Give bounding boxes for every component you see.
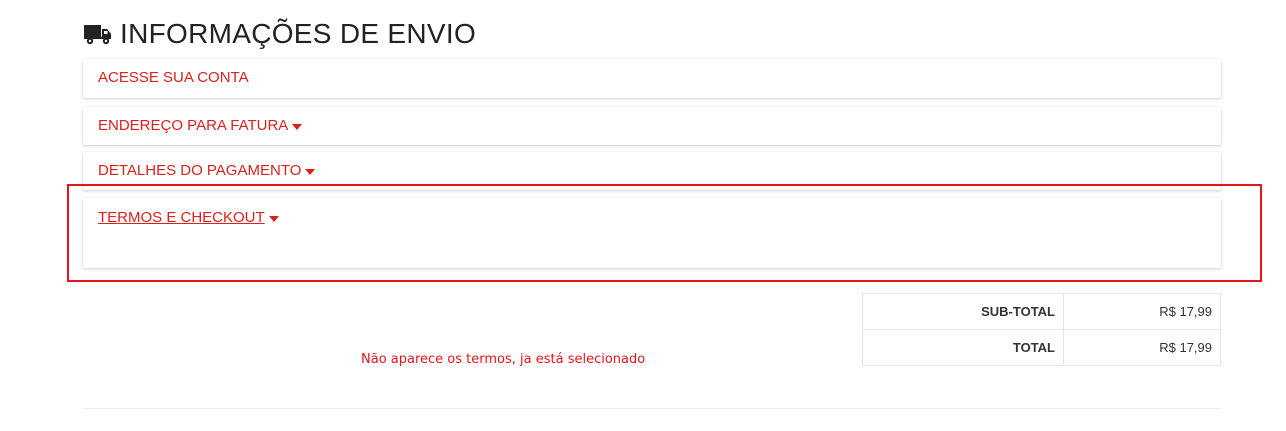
section-heading: INFORMAÇÕES DE ENVIO xyxy=(84,16,476,52)
panel-billing-address-toggle[interactable]: ENDEREÇO PARA FATURA xyxy=(98,117,303,134)
divider xyxy=(83,408,1221,409)
subtotal-value: R$ 17,99 xyxy=(1063,293,1221,330)
caret-down-icon xyxy=(292,123,303,130)
annotation-note: Não aparece os termos, ja está seleciona… xyxy=(361,352,646,367)
truck-icon xyxy=(84,25,111,45)
panel-account-label: ACESSE SUA CONTA xyxy=(98,69,249,86)
caret-down-icon xyxy=(305,168,316,175)
panel-account: ACESSE SUA CONTA xyxy=(83,59,1221,98)
panel-payment-details-toggle[interactable]: DETALHES DO PAGAMENTO xyxy=(98,162,316,179)
panel-billing-address: ENDEREÇO PARA FATURA xyxy=(83,107,1221,145)
table-row: SUB-TOTAL R$ 17,99 xyxy=(862,293,1221,330)
total-value: R$ 17,99 xyxy=(1063,329,1221,366)
total-label: TOTAL xyxy=(862,329,1064,366)
panel-billing-address-label: ENDEREÇO PARA FATURA xyxy=(98,117,289,134)
subtotal-label: SUB-TOTAL xyxy=(862,293,1064,330)
annotation-highlight-box xyxy=(67,184,1262,282)
panel-account-toggle[interactable]: ACESSE SUA CONTA xyxy=(98,69,249,86)
totals-table: SUB-TOTAL R$ 17,99 TOTAL R$ 17,99 xyxy=(862,293,1221,366)
checkout-page: INFORMAÇÕES DE ENVIO ACESSE SUA CONTA EN… xyxy=(0,0,1286,431)
table-row: TOTAL R$ 17,99 xyxy=(862,329,1221,366)
panel-payment-details-label: DETALHES DO PAGAMENTO xyxy=(98,162,302,179)
page-title: INFORMAÇÕES DE ENVIO xyxy=(120,18,477,49)
